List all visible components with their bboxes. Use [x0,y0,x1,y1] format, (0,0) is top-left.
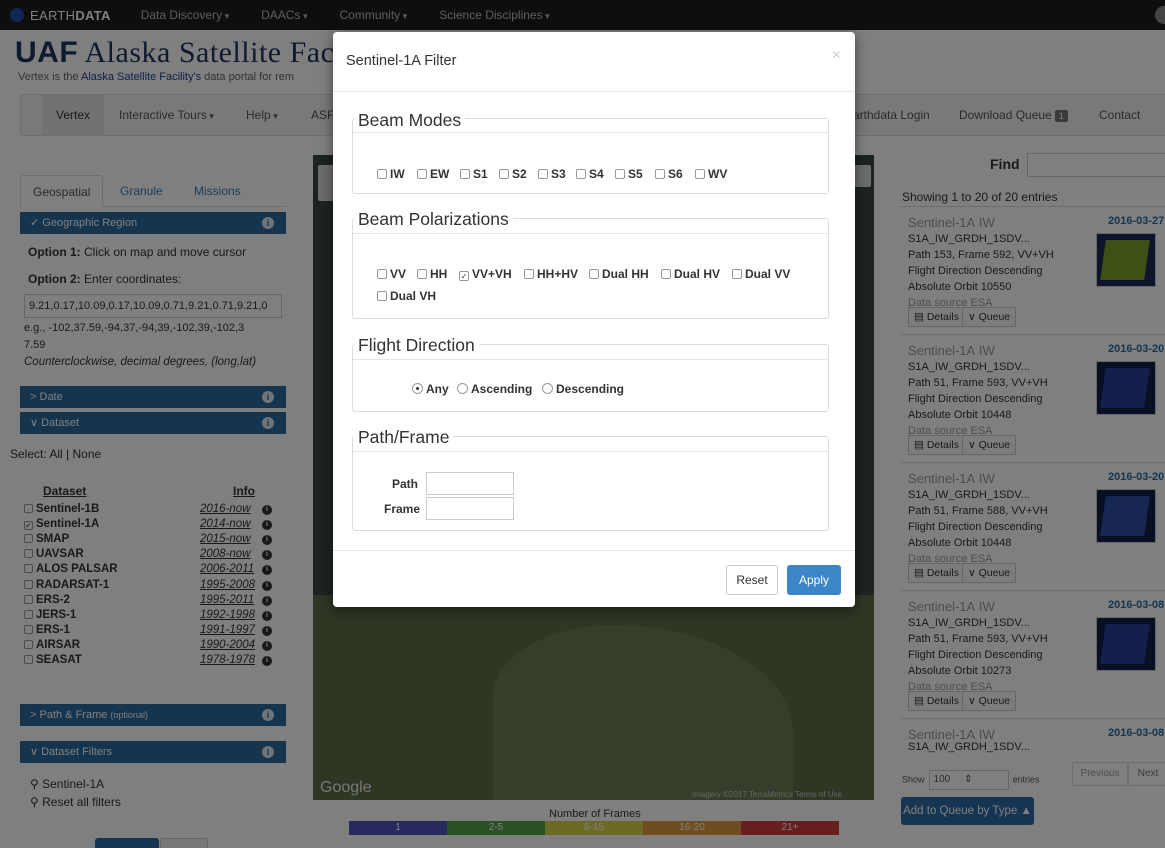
flight-direction-label: Ascending [471,382,533,396]
modal-title: Sentinel-1A Filter [346,53,457,69]
reset-button[interactable]: Reset [726,565,778,595]
beam-mode-label: IW [390,167,405,181]
polarization-label: HH+HV [537,267,579,281]
frame-input[interactable] [426,497,514,520]
radio-icon [457,383,468,394]
beam-mode-checkbox-s5[interactable]: S5 [615,167,643,181]
beam-mode-label: WV [708,167,728,181]
path-input[interactable] [426,472,514,495]
beam-mode-label: S4 [589,167,604,181]
checkbox-icon [538,169,548,179]
beam-mode-checkbox-s3[interactable]: S3 [538,167,566,181]
beam-modes-divider [353,132,828,133]
radio-icon [542,383,553,394]
polarization-label: Dual HH [602,267,649,281]
flight-direction-radio-any[interactable]: Any [412,382,449,396]
polarization-checkbox[interactable]: Dual HV [661,267,720,281]
polarization-checkbox[interactable]: ✓ VV+VH [459,267,512,281]
checkbox-icon [377,169,387,179]
polarization-label: VV+VH [472,267,512,281]
beam-mode-label: S3 [551,167,566,181]
path-label: Path [392,477,419,491]
checkbox-icon [377,291,387,301]
beam-mode-checkbox-wv[interactable]: WV [695,167,727,181]
checkbox-icon [589,269,599,279]
polarization-label: Dual HV [674,267,721,281]
flight-direction-label: Any [426,382,449,396]
frame-label: Frame [384,502,421,516]
polarization-label: VV [390,267,407,281]
polarization-checkbox[interactable]: Dual VV [732,267,790,281]
beam-mode-label: S1 [473,167,488,181]
polarization-checkbox[interactable]: Dual HH [589,267,649,281]
checkbox-icon [524,269,534,279]
sentinel-filter-modal: Sentinel-1A Filter × Beam Modes IW EW S1 S2… [333,32,855,607]
polarization-label: Dual VH [390,289,437,303]
checkbox-icon [377,269,387,279]
radio-icon [412,383,423,394]
beam-mode-checkbox-iw[interactable]: IW [377,167,405,181]
beam-mode-label: S6 [668,167,683,181]
checkbox-icon [695,169,705,179]
beam-modes-legend: Beam Modes [354,110,466,131]
checkbox-icon [576,169,586,179]
path-frame-divider [353,451,828,452]
apply-button[interactable]: Apply [787,565,841,595]
checkbox-icon [499,169,509,179]
beam-mode-label: S5 [628,167,643,181]
polarization-checkbox[interactable]: HH [417,267,447,281]
checkbox-icon [417,269,427,279]
polarization-checkbox[interactable]: HH+HV [524,267,578,281]
close-icon[interactable]: × [832,47,841,65]
polarization-label: HH [430,267,448,281]
modal-header-divider [333,91,855,92]
checkbox-icon [661,269,671,279]
polarization-checkbox[interactable]: Dual VH [377,289,436,303]
beam-mode-checkbox-ew[interactable]: EW [417,167,449,181]
polarizations-legend: Beam Polarizations [354,209,513,230]
path-frame-legend: Path/Frame [354,427,454,448]
beam-mode-checkbox-s2[interactable]: S2 [499,167,527,181]
beam-mode-label: EW [430,167,450,181]
checkbox-icon [732,269,742,279]
polarization-checkbox[interactable]: VV [377,267,406,281]
polarizations-divider [353,233,828,234]
flight-direction-radio-descending[interactable]: Descending [542,382,624,396]
checkbox-icon [655,169,665,179]
beam-mode-checkbox-s4[interactable]: S4 [576,167,604,181]
checkbox-icon [615,169,625,179]
flight-direction-label: Descending [556,382,625,396]
flight-direction-radio-ascending[interactable]: Ascending [457,382,532,396]
flight-direction-divider [353,359,828,360]
checkbox-icon [460,169,470,179]
checkbox-icon [417,169,427,179]
modal-footer-divider [333,550,855,551]
checkbox-icon: ✓ [459,271,469,281]
flight-direction-legend: Flight Direction [354,335,479,356]
beam-mode-checkbox-s6[interactable]: S6 [655,167,683,181]
beam-mode-label: S2 [512,167,527,181]
polarization-label: Dual VV [745,267,791,281]
beam-mode-checkbox-s1[interactable]: S1 [460,167,488,181]
